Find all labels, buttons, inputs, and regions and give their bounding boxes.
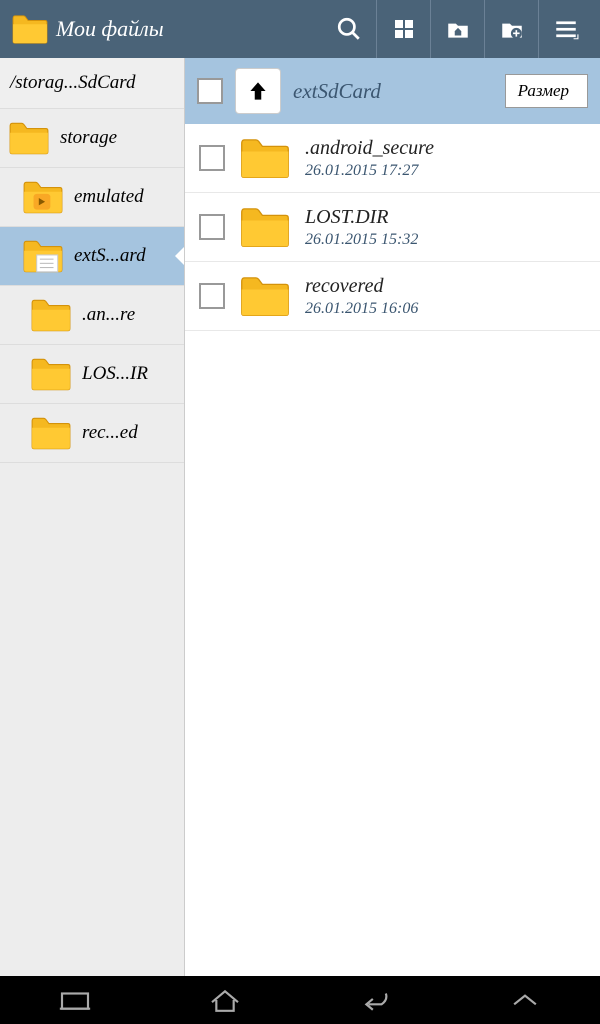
file-info: LOST.DIR 26.01.2015 15:32: [305, 206, 586, 249]
file-date: 26.01.2015 15:32: [305, 231, 586, 249]
file-checkbox[interactable]: [199, 214, 225, 240]
current-folder-title: extSdCard: [293, 79, 493, 104]
folder-icon: [30, 355, 72, 393]
recent-apps-button[interactable]: [35, 976, 115, 1024]
file-item-2[interactable]: recovered 26.01.2015 16:06: [185, 262, 600, 331]
file-info: .android_secure 26.01.2015 17:27: [305, 137, 586, 180]
folder-icon: [239, 205, 291, 249]
sidebar-item-label: extS...ard: [74, 245, 146, 267]
sidebar-item-label: storage: [60, 127, 117, 149]
file-name: LOST.DIR: [305, 206, 586, 229]
folder-icon: [239, 274, 291, 318]
home-folder-button[interactable]: [430, 0, 484, 58]
menu-button[interactable]: [538, 0, 592, 58]
up-button[interactable]: [235, 68, 281, 114]
folder-icon: [239, 136, 291, 180]
home-button[interactable]: [185, 976, 265, 1024]
sidebar-item-3[interactable]: .an...re: [0, 286, 184, 345]
select-all-checkbox[interactable]: [197, 78, 223, 104]
sidebar-item-4[interactable]: LOS...IR: [0, 345, 184, 404]
grid-view-button[interactable]: [376, 0, 430, 58]
sidebar-item-label: .an...re: [82, 304, 135, 326]
add-folder-button[interactable]: [484, 0, 538, 58]
sidebar-item-5[interactable]: rec...ed: [0, 404, 184, 463]
sidebar-item-1[interactable]: emulated: [0, 168, 184, 227]
android-navbar: [0, 976, 600, 1024]
folder-icon: [22, 178, 64, 216]
breadcrumb-path[interactable]: /storag...SdCard: [0, 58, 184, 109]
sidebar-item-0[interactable]: storage: [0, 109, 184, 168]
file-checkbox[interactable]: [199, 145, 225, 171]
file-name: recovered: [305, 275, 586, 298]
file-item-0[interactable]: .android_secure 26.01.2015 17:27: [185, 124, 600, 193]
folder-icon: [22, 237, 64, 275]
file-list: .android_secure 26.01.2015 17:27 LOST.DI…: [185, 124, 600, 976]
back-button[interactable]: [335, 976, 415, 1024]
file-info: recovered 26.01.2015 16:06: [305, 275, 586, 318]
main-header: extSdCard Размер: [185, 58, 600, 124]
file-date: 26.01.2015 17:27: [305, 162, 586, 180]
app-header: Мои файлы: [0, 0, 600, 58]
sort-button[interactable]: Размер: [505, 74, 588, 108]
sidebar-item-2[interactable]: extS...ard: [0, 227, 184, 286]
search-button[interactable]: [322, 0, 376, 58]
sidebar-item-label: rec...ed: [82, 422, 138, 444]
file-date: 26.01.2015 16:06: [305, 300, 586, 318]
sidebar: /storag...SdCard storage emulated extS...a…: [0, 58, 185, 976]
content-area: /storag...SdCard storage emulated extS...a…: [0, 58, 600, 976]
folder-icon: [8, 119, 50, 157]
main-panel: extSdCard Размер .android_secure 26.01.2…: [185, 58, 600, 976]
folder-icon: [30, 414, 72, 452]
file-item-1[interactable]: LOST.DIR 26.01.2015 15:32: [185, 193, 600, 262]
header-actions: [322, 0, 592, 58]
expand-button[interactable]: [485, 976, 565, 1024]
sidebar-item-label: LOS...IR: [82, 363, 148, 385]
folder-icon: [30, 296, 72, 334]
file-checkbox[interactable]: [199, 283, 225, 309]
sidebar-item-label: emulated: [74, 186, 144, 208]
file-name: .android_secure: [305, 137, 586, 160]
app-folder-icon: [8, 7, 52, 51]
app-title: Мои файлы: [52, 16, 322, 42]
